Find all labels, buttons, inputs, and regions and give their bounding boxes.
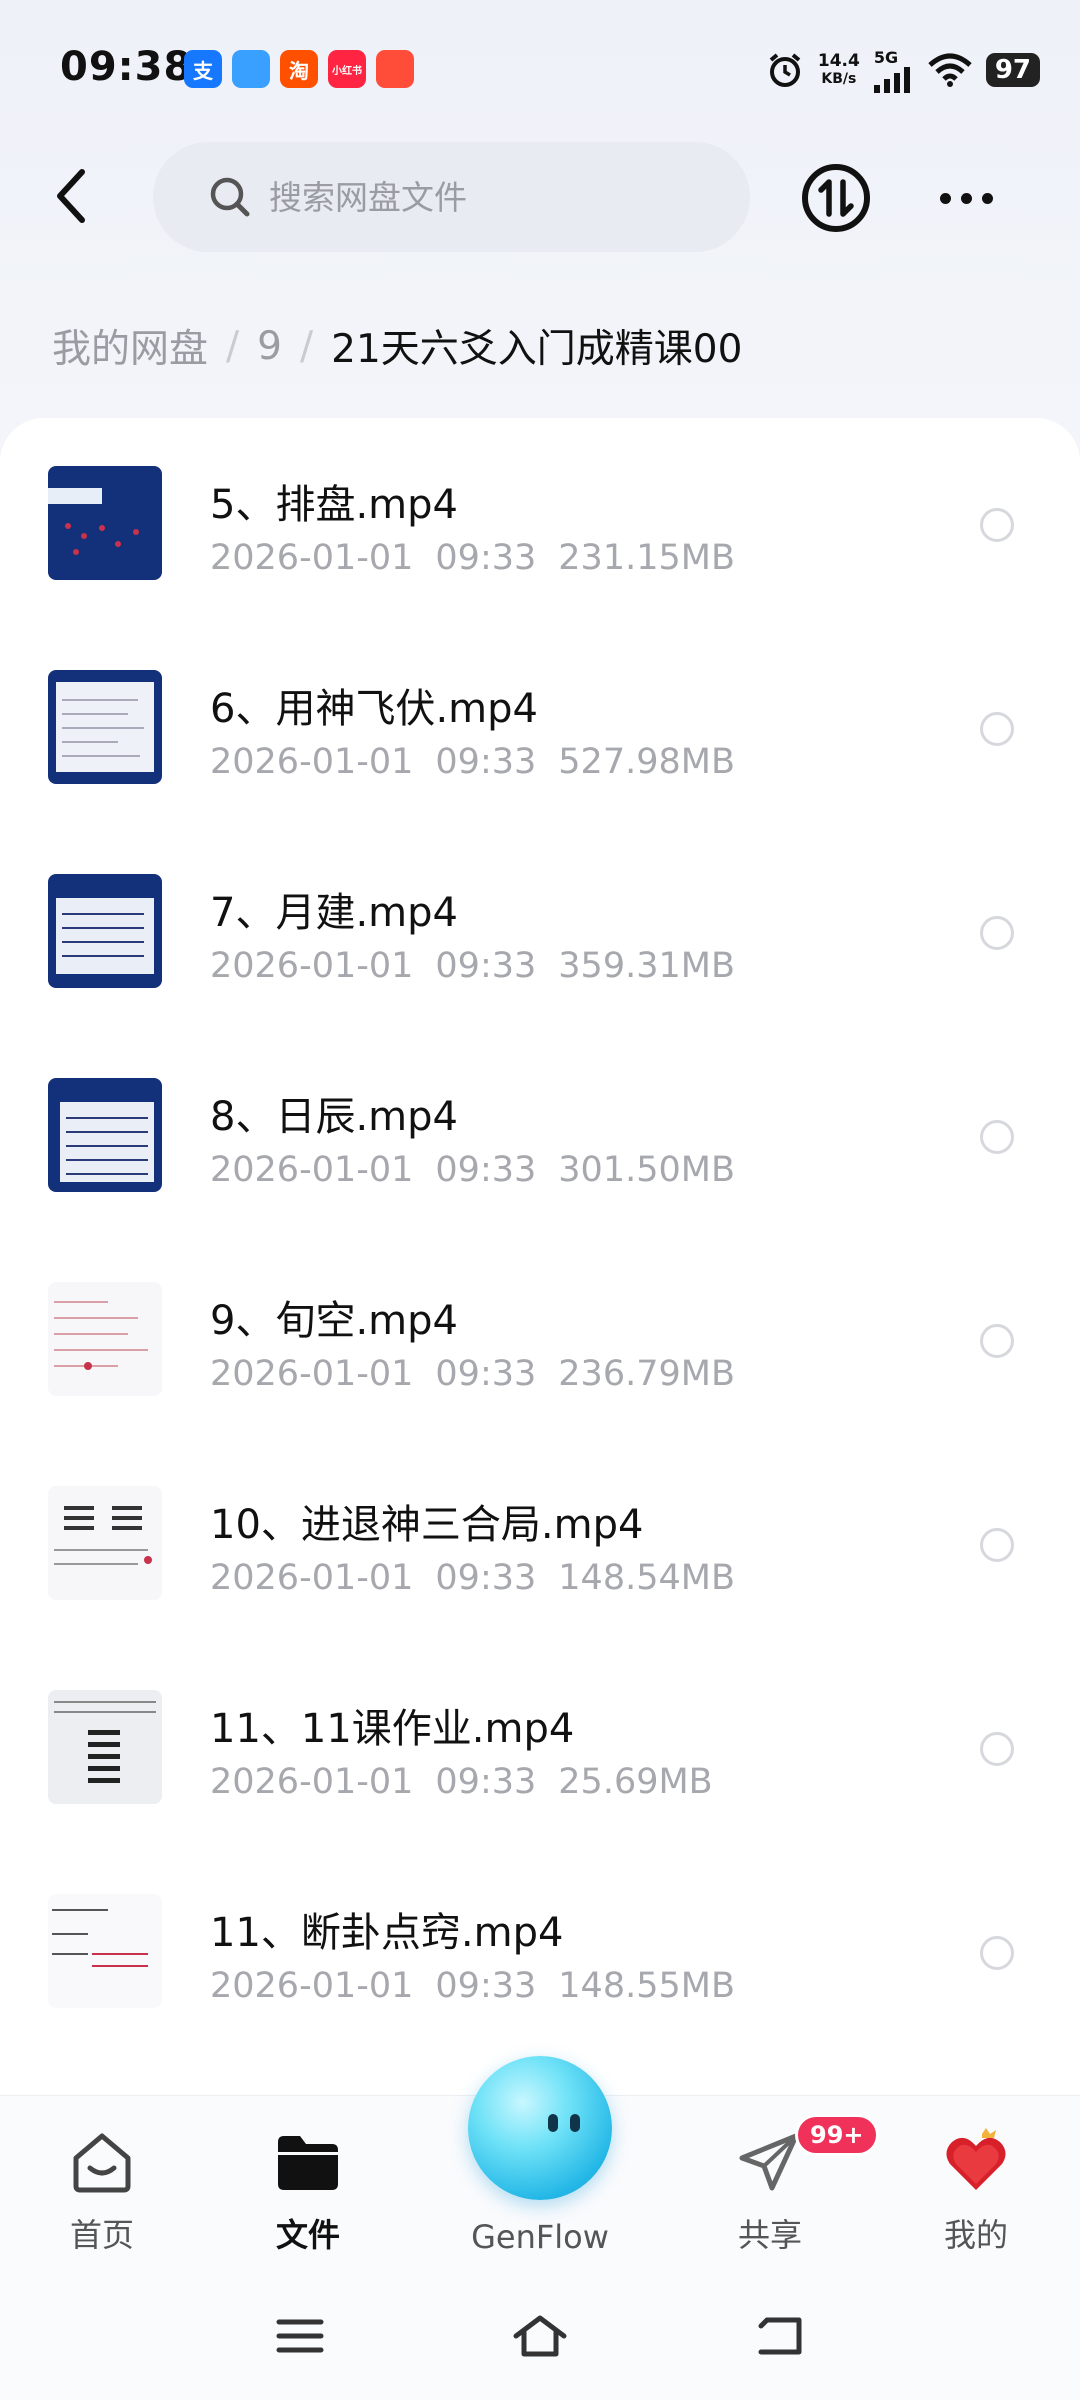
file-name: 7、月建.mp4 [210,890,458,936]
file-row[interactable]: 10、进退神三合局.mp4 2026-01-01 09:33 148.54MB [0,1438,1080,1642]
signal-icon [873,66,910,93]
file-row[interactable]: 6、用神飞伏.mp4 2026-01-01 09:33 527.98MB [0,622,1080,826]
app-icon [376,50,414,88]
video-thumbnail [48,1690,162,1804]
sort-button[interactable] [800,162,872,234]
more-options-button[interactable] [930,180,1002,216]
eye-icon [570,2114,580,2132]
nav-label: 文件 [275,2216,340,2254]
alarm-icon [769,53,801,87]
file-name: 9、旬空.mp4 [210,1298,458,1344]
breadcrumb-current: 21天六爻入门成精课00 [331,327,743,372]
xiaohongshu-icon: 小红书 [328,50,366,88]
file-name: 8、日辰.mp4 [210,1094,458,1140]
nav-files[interactable]: 文件 [228,2126,388,2256]
file-name: 10、进退神三合局.mp4 [210,1502,644,1548]
menu-button[interactable] [265,2301,335,2371]
file-row[interactable]: 11、11课作业.mp4 2026-01-01 09:33 25.69MB [0,1642,1080,1846]
file-name: 11、11课作业.mp4 [210,1706,575,1752]
select-radio[interactable] [980,1936,1014,1970]
return-icon [758,2317,802,2355]
home-icon [66,2126,138,2198]
select-radio[interactable] [980,1120,1014,1154]
file-row[interactable]: 8、日辰.mp4 2026-01-01 09:33 301.50MB [0,1030,1080,1234]
video-thumbnail [48,874,162,988]
breadcrumb-item-folder[interactable]: 9 [257,324,282,369]
file-meta: 2026-01-01 09:33 148.54MB [210,1558,735,1598]
nav-label: 我的 [943,2216,1008,2254]
nav-label: GenFlow [471,2218,609,2256]
breadcrumb: 我的网盘 / 9 / 21天六爻入门成精课00 [52,318,742,374]
select-radio[interactable] [980,712,1014,746]
dot-icon [960,192,972,204]
search-icon [209,176,251,218]
status-indicators: 14.4 KB/s 5G 97 [766,46,1040,94]
file-name: 11、断卦点窍.mp4 [210,1910,564,1956]
nav-mine[interactable]: 我的 [896,2126,1056,2256]
nav-home[interactable]: 首页 [22,2126,182,2256]
video-thumbnail [48,466,162,580]
menu-icon [276,2319,324,2353]
breadcrumb-separator: / [299,323,314,369]
file-row[interactable]: 11、断卦点窍.mp4 2026-01-01 09:33 148.55MB [0,1846,1080,2050]
select-radio[interactable] [980,916,1014,950]
select-radio[interactable] [980,508,1014,542]
file-name: 6、用神飞伏.mp4 [210,686,538,732]
select-radio[interactable] [980,1528,1014,1562]
file-meta: 2026-01-01 09:33 527.98MB [210,742,735,782]
network-speed: 14.4 KB/s [817,51,860,87]
file-row[interactable]: 9、旬空.mp4 2026-01-01 09:33 236.79MB [0,1234,1080,1438]
file-row[interactable]: 5、排盘.mp4 2026-01-01 09:33 231.15MB [0,418,1080,622]
back-nav-button[interactable] [745,2301,815,2371]
video-thumbnail [48,1078,162,1192]
file-meta: 2026-01-01 09:33 359.31MB [210,946,735,986]
file-name: 5、排盘.mp4 [210,482,458,528]
video-thumbnail [48,1282,162,1396]
house-icon [513,2315,567,2357]
breadcrumb-separator: / [226,323,240,369]
select-radio[interactable] [980,1324,1014,1358]
file-meta: 2026-01-01 09:33 301.50MB [210,1150,735,1190]
wifi-icon [928,53,972,87]
eye-icon [548,2114,558,2132]
notification-badge: 99+ [795,2114,879,2156]
search-input[interactable] [269,177,729,217]
video-thumbnail [48,670,162,784]
app-icon [232,50,270,88]
dot-icon [939,192,951,204]
bottom-nav: 首页 文件 GenFlow 共享 99+ 我的 [0,2056,1080,2400]
folder-icon [272,2126,344,2198]
avatar-heart-icon [940,2126,1012,2198]
search-bar[interactable] [153,142,750,252]
file-meta: 2026-01-01 09:33 25.69MB [210,1762,713,1802]
file-list: 5、排盘.mp4 2026-01-01 09:33 231.15MB 6、用神飞伏.… [0,418,1080,2098]
select-radio[interactable] [980,1732,1014,1766]
nav-label: 共享 [737,2216,802,2254]
network-type: 5G [873,47,899,67]
battery-indicator: 97 [985,53,1040,87]
back-arrow-icon [57,169,85,223]
taobao-icon: 淘 [280,50,318,88]
nav-label: 首页 [69,2216,134,2254]
sort-icon [802,164,870,232]
system-nav-bar [0,2301,1080,2371]
genflow-orb-icon[interactable] [468,2056,612,2200]
status-time: 09:38 [60,44,193,90]
file-meta: 2026-01-01 09:33 148.55MB [210,1966,735,2006]
file-meta: 2026-01-01 09:33 231.15MB [210,538,735,578]
dot-icon [981,192,993,204]
file-row[interactable]: 7、月建.mp4 2026-01-01 09:33 359.31MB [0,826,1080,1030]
alipay-icon: 支 [184,50,222,88]
video-thumbnail [48,1486,162,1600]
back-button[interactable] [40,160,100,232]
nav-genflow[interactable]: GenFlow [460,2218,620,2278]
video-thumbnail [48,1894,162,2008]
file-meta: 2026-01-01 09:33 236.79MB [210,1354,735,1394]
status-bar: 09:38 支 淘 小红书 14.4 KB/s 5G 97 [0,0,1080,140]
breadcrumb-item-root[interactable]: 我的网盘 [52,318,208,374]
home-button[interactable] [505,2301,575,2371]
